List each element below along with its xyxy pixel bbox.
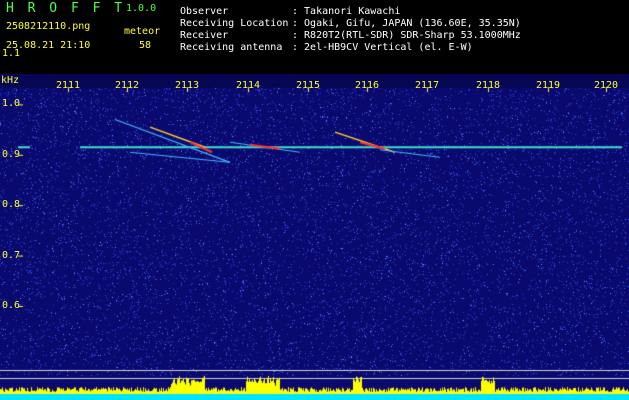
y-tick-label: 0.9 [2,148,21,160]
x-tick-label: 2116 [355,80,380,91]
x-tick-label: 2111 [56,80,81,91]
info-label-observer: Observer [180,6,229,17]
spectrogram-canvas [0,74,629,400]
x-tick-label: 2120 [594,80,619,91]
info-value-location: : Ogaki, Gifu, JAPAN (136.60E, 35.35N) [292,18,521,29]
info-label-receiver: Receiver [180,30,229,41]
x-tick-label: 2113 [175,80,200,91]
x-tick-label: 2115 [296,80,321,91]
x-tick-label: 2118 [476,80,501,91]
event-count: 58 [139,40,152,51]
app-brand: H R O F F T [6,1,126,16]
info-label-antenna: Receiving antenna [180,42,283,53]
type-label: meteor [124,26,161,37]
info-label-location: Receiving Location [180,18,289,29]
y-tick-label: 0.8 [2,199,21,211]
file-name: 2508212110.png [6,21,91,32]
x-tick-label: 2117 [415,80,440,91]
info-value-receiver: : R820T2(RTL-SDR) SDR-Sharp 53.1000MHz [292,30,521,41]
y-tick-label: 1.1 [2,48,21,59]
x-tick-label: 2114 [236,80,261,91]
y-axis-unit-label: kHz [1,75,20,86]
x-tick-label: 2112 [115,80,140,91]
y-tick-label: 0.6 [2,300,21,311]
header-panel: H R O F F T 1.0.0 2508212110.png meteor … [0,0,629,74]
info-value-antenna: : 2el-HB9CV Vertical (el. E-W) [292,42,473,53]
app-version: 1.0.0 [126,3,157,14]
x-tick-label: 2119 [536,80,561,91]
info-value-observer: : Takanori Kawachi [292,6,401,17]
y-tick-label: 1.0 [2,98,21,110]
y-tick-label: 0.7 [2,249,21,261]
